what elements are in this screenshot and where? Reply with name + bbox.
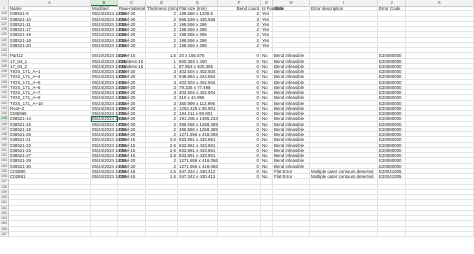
row-number[interactable]: 167 [0,231,9,237]
cell-b[interactable]: 05/24/2024 14:33 [91,116,126,122]
table-row: 167 [0,231,474,237]
cell-i[interactable] [310,231,378,237]
cell-b[interactable] [91,231,118,237]
grid-rows: 1 Name Modified Raw-material Thickness (mm) F… [0,6,474,237]
cell-h[interactable] [273,231,310,237]
cell-j[interactable] [378,231,406,237]
cell-k[interactable] [406,231,474,237]
cell-d[interactable] [146,231,178,237]
cell-c[interactable] [118,231,146,237]
cell-a[interactable] [9,231,91,237]
cell-g[interactable] [261,231,273,237]
cell-e[interactable] [178,231,218,237]
cell-f[interactable] [218,231,261,237]
spreadsheet-grid[interactable]: ABCDEFGHIJK 1 Name Modified Raw-material Thi… [0,0,474,254]
